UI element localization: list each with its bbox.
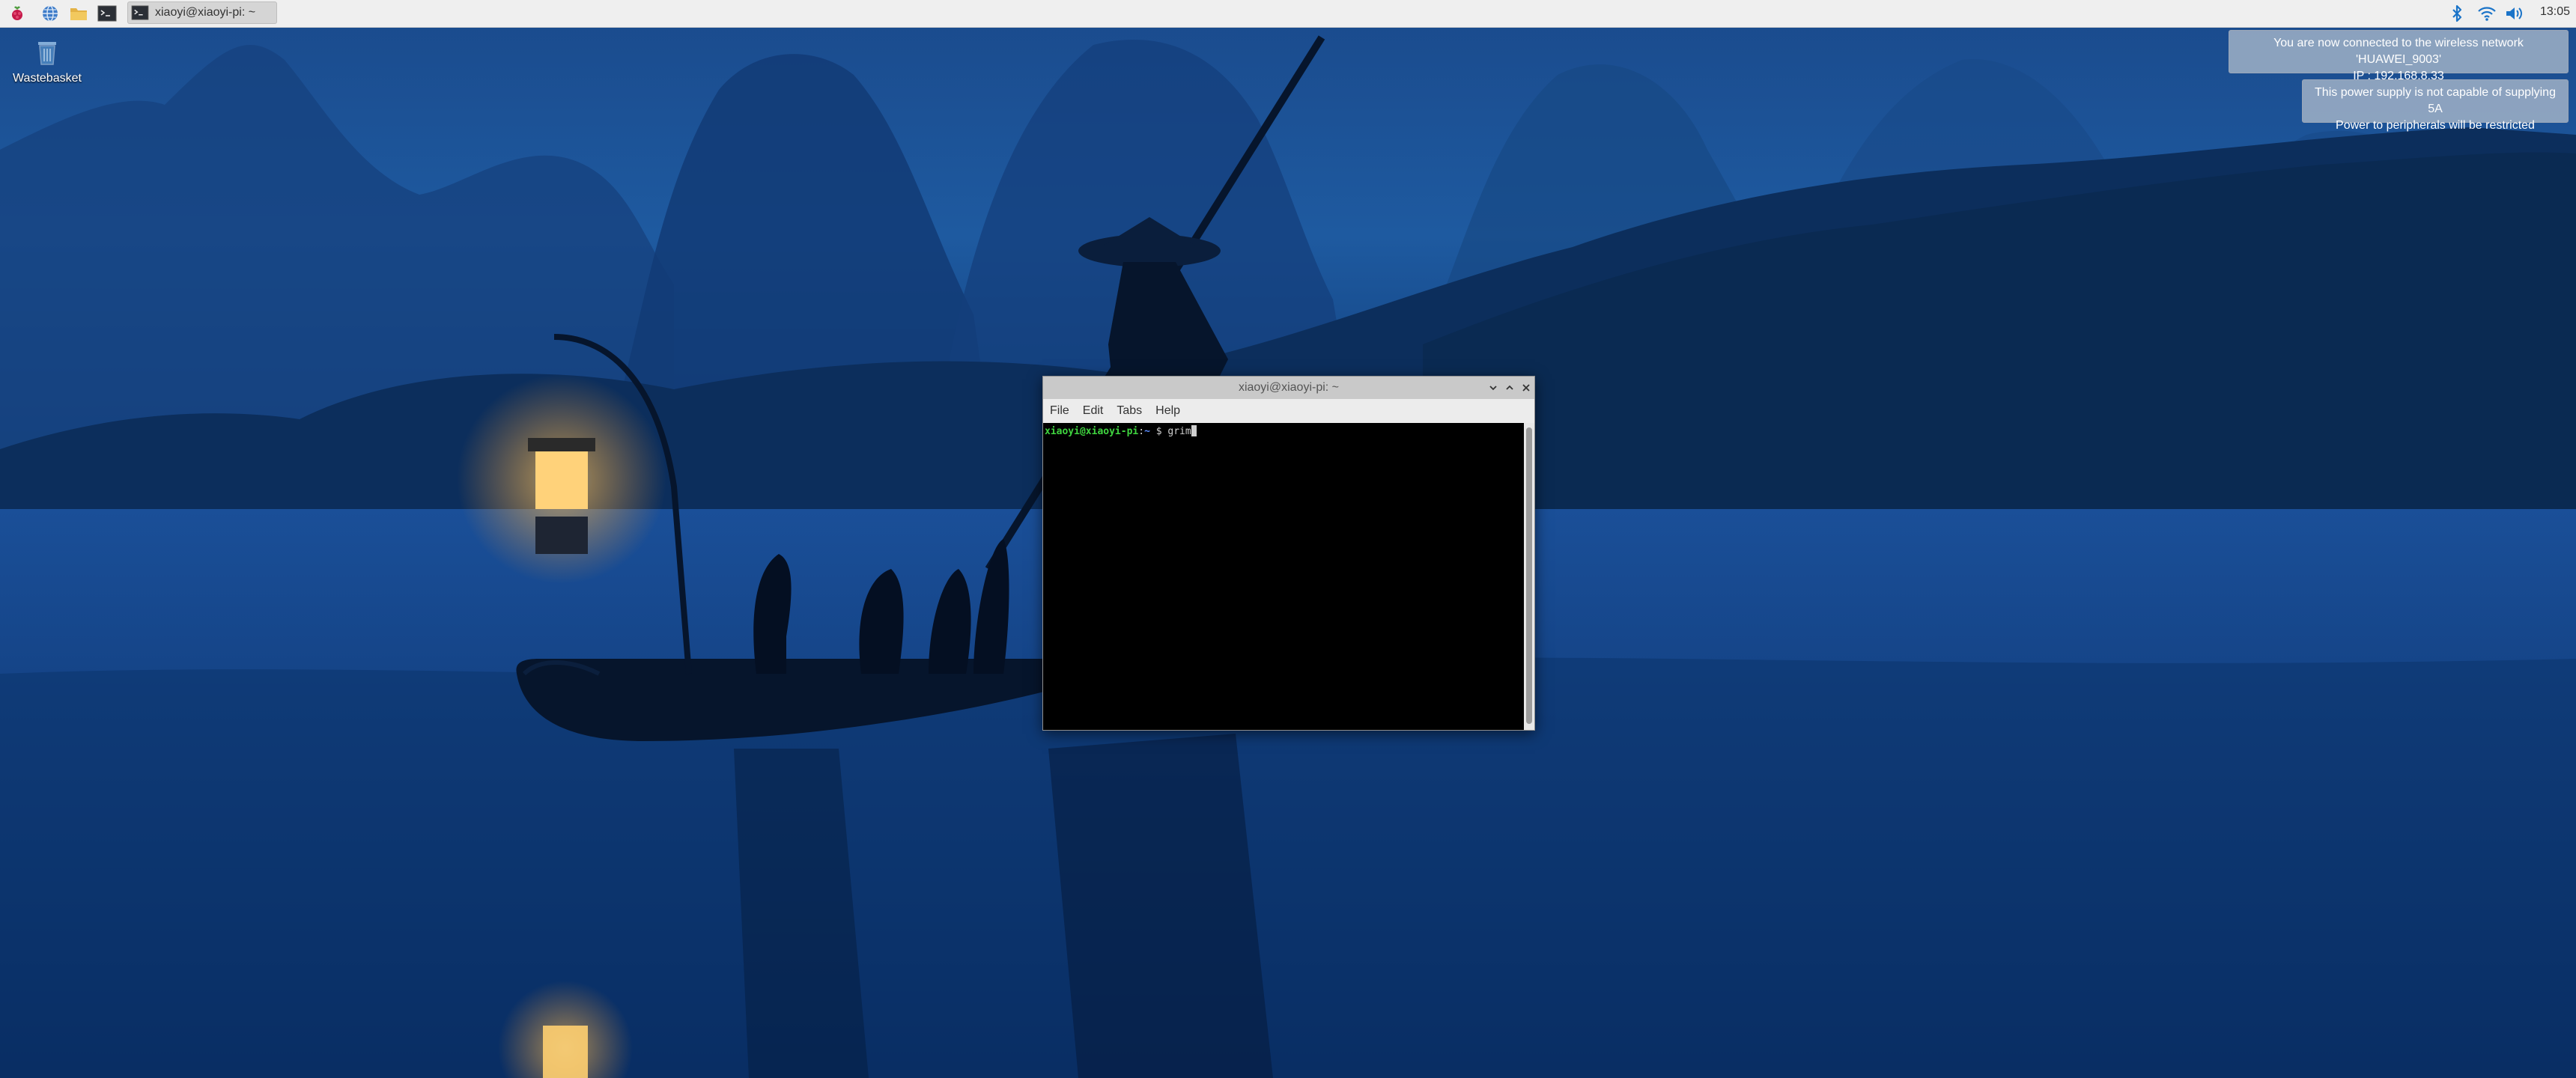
menu-edit[interactable]: Edit (1076, 404, 1111, 418)
trash-icon (32, 37, 62, 70)
close-button[interactable] (1518, 380, 1534, 396)
terminal-output[interactable]: xiaoyi@xiaoyi-pi:~ $ grim (1043, 423, 1524, 730)
terminal-window[interactable]: xiaoyi@xiaoyi-pi: ~ File Edit Tabs Help … (1042, 376, 1535, 731)
raspberry-menu-icon[interactable] (6, 2, 28, 25)
taskbar: xiaoyi@xiaoyi-pi: ~ 13:05 (0, 0, 2576, 28)
terminal-scrollbar[interactable] (1524, 423, 1534, 730)
notification-text: You are now connected to the wireless ne… (2273, 37, 2524, 66)
terminal-icon[interactable] (96, 2, 118, 25)
menu-help[interactable]: Help (1149, 404, 1187, 418)
maximize-button[interactable] (1501, 380, 1518, 396)
terminal-icon (131, 5, 149, 20)
notification-text: Power to peripherals will be restricted (2336, 119, 2535, 132)
menu-tabs[interactable]: Tabs (1110, 404, 1149, 418)
taskbar-window-button[interactable]: xiaoyi@xiaoyi-pi: ~ (127, 1, 277, 24)
close-icon (1522, 384, 1530, 392)
text-cursor (1191, 425, 1197, 436)
taskbar-window-label: xiaoyi@xiaoyi-pi: ~ (155, 6, 256, 19)
desktop: xiaoyi@xiaoyi-pi: ~ 13:05 Wastebasket Yo… (0, 0, 2576, 1078)
wifi-connected-notification[interactable]: You are now connected to the wireless ne… (2229, 30, 2569, 82)
file-manager-icon[interactable] (67, 2, 90, 25)
bluetooth-icon[interactable] (2446, 2, 2468, 25)
prompt-user: xiaoyi@xiaoyi-pi (1045, 426, 1139, 437)
wastebasket-desktop-icon[interactable]: Wastebasket (7, 37, 87, 91)
clock[interactable]: 13:05 (2540, 5, 2570, 19)
prompt-symbol: $ (1149, 426, 1168, 437)
terminal-menu-bar: File Edit Tabs Help (1043, 399, 1534, 424)
minimize-button[interactable] (1485, 380, 1501, 396)
window-title: xiaoyi@xiaoyi-pi: ~ (1238, 381, 1340, 394)
notification-text: This power supply is not capable of supp… (2315, 86, 2556, 115)
prompt-path: ~ (1144, 426, 1150, 437)
wastebasket-label: Wastebasket (13, 72, 82, 85)
prompt-separator: : (1138, 426, 1145, 437)
scrollbar-thumb[interactable] (1526, 427, 1532, 724)
menu-file[interactable]: File (1043, 404, 1076, 418)
terminal-title-bar[interactable]: xiaoyi@xiaoyi-pi: ~ (1043, 377, 1534, 399)
web-browser-icon[interactable] (39, 2, 61, 25)
wifi-icon[interactable] (2476, 2, 2498, 25)
power-supply-notification[interactable]: This power supply is not capable of supp… (2302, 79, 2569, 132)
chevron-down-icon (1489, 386, 1497, 391)
typed-command: grim (1167, 426, 1191, 437)
chevron-up-icon (1506, 385, 1513, 390)
volume-icon[interactable] (2504, 2, 2527, 25)
